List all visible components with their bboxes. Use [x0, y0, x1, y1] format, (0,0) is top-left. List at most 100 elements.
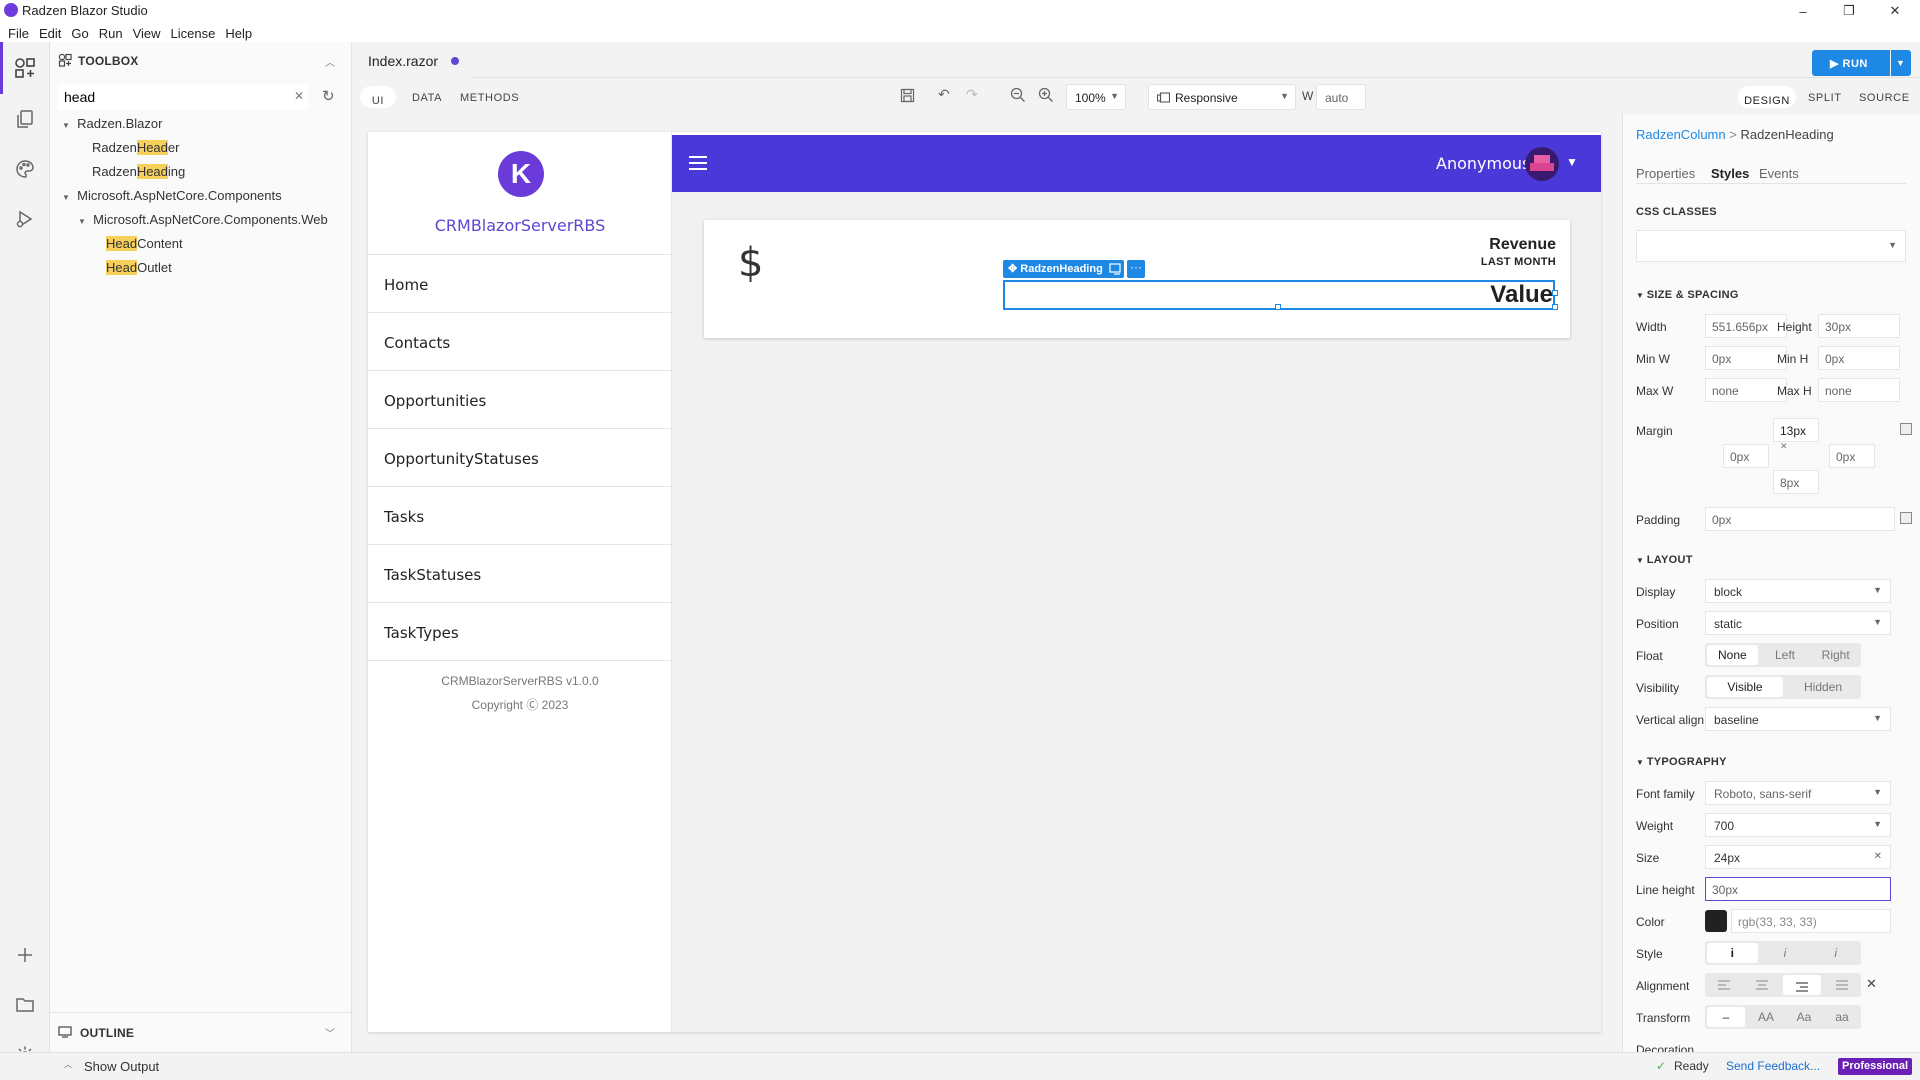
resize-handle-bottom[interactable]	[1275, 304, 1281, 310]
menu-license[interactable]: License	[169, 22, 221, 42]
tab-properties[interactable]: Properties	[1636, 166, 1695, 181]
visibility-visible[interactable]: Visible	[1707, 677, 1783, 697]
tree-item-radzen-header[interactable]: RadzenHeader	[92, 140, 179, 155]
color-input[interactable]: rgb(33, 33, 33)	[1731, 909, 1891, 933]
run-options-chevron-icon[interactable]: ▼	[1891, 50, 1911, 76]
nav-item-task-statuses[interactable]: TaskStatuses	[368, 545, 672, 603]
transform-lowercase[interactable]: aa	[1823, 1005, 1861, 1029]
wrap-component-icon[interactable]	[1106, 260, 1124, 278]
close-button[interactable]: ✕	[1872, 0, 1918, 22]
css-classes-select[interactable]: ▼	[1636, 230, 1906, 262]
selected-heading[interactable]: Value	[1003, 280, 1558, 310]
menu-view[interactable]: View	[131, 22, 166, 42]
margin-left-input[interactable]: 0px	[1723, 444, 1769, 468]
nav-item-opportunities[interactable]: Opportunities	[368, 371, 672, 429]
nav-item-opportunity-statuses[interactable]: OpportunityStatuses	[368, 429, 672, 487]
tree-item-head-content[interactable]: HeadContent	[106, 236, 183, 251]
tree-item-head-outlet[interactable]: HeadOutlet	[106, 260, 172, 275]
minimize-button[interactable]: –	[1780, 0, 1826, 22]
expand-outline-icon[interactable]: ﹀	[325, 1025, 335, 1040]
transform-none[interactable]: –	[1707, 1007, 1745, 1027]
files-icon[interactable]	[12, 106, 38, 132]
tree-node-aspnetcore-components-web[interactable]: ▼ Microsoft.AspNetCore.Components.Web	[78, 212, 328, 227]
more-actions-icon[interactable]: ···	[1127, 260, 1145, 278]
show-output-button[interactable]: Show Output	[84, 1059, 159, 1074]
nav-item-home[interactable]: Home	[368, 255, 672, 313]
text-transform-toggle[interactable]: – AA Aa aa	[1705, 1005, 1861, 1029]
nav-item-contacts[interactable]: Contacts	[368, 313, 672, 371]
run-button[interactable]: ▶ RUN	[1812, 50, 1890, 76]
margin-bottom-input[interactable]: 8px	[1773, 470, 1819, 494]
breadcrumb-parent[interactable]: RadzenColumn	[1636, 127, 1726, 142]
font-family-select[interactable]: Roboto, sans-serif ▼	[1705, 781, 1891, 805]
float-none[interactable]: None	[1707, 645, 1758, 665]
user-menu-chevron-icon[interactable]: ▼	[1566, 155, 1578, 169]
mode-data[interactable]: DATA	[412, 92, 442, 104]
min-width-input[interactable]: 0px	[1705, 346, 1787, 370]
collapse-toolbox-icon[interactable]: ︿	[325, 54, 335, 69]
open-folder-icon[interactable]	[12, 992, 38, 1018]
float-left[interactable]: Left	[1760, 643, 1811, 667]
zoom-select[interactable]: 100% ▼	[1066, 84, 1126, 110]
visibility-toggle[interactable]: Visible Hidden	[1705, 675, 1861, 699]
tab-events[interactable]: Events	[1759, 166, 1799, 181]
theme-palette-icon[interactable]	[12, 156, 38, 182]
color-swatch[interactable]	[1705, 910, 1727, 932]
selection-label[interactable]: ✥ RadzenHeading	[1003, 260, 1108, 278]
menu-run[interactable]: Run	[97, 22, 128, 42]
view-split[interactable]: SPLIT	[1808, 92, 1842, 104]
text-align-toggle[interactable]	[1705, 973, 1861, 997]
float-toggle[interactable]: None Left Right	[1705, 643, 1861, 667]
position-select[interactable]: static ▼	[1705, 611, 1891, 635]
margin-top-input[interactable]: 13px ✕	[1773, 418, 1819, 451]
padding-input[interactable]: 0px	[1705, 507, 1895, 531]
style-normal[interactable]: i	[1707, 943, 1758, 963]
undo-icon[interactable]: ↶	[938, 86, 950, 103]
menu-help[interactable]: Help	[223, 22, 257, 42]
align-center-icon[interactable]	[1743, 973, 1781, 997]
align-right-icon[interactable]	[1783, 975, 1821, 995]
outline-section[interactable]: OUTLINE ﹀	[50, 1012, 352, 1052]
tree-node-aspnetcore-components[interactable]: ▼ Microsoft.AspNetCore.Components	[62, 188, 282, 203]
align-justify-icon[interactable]	[1823, 973, 1861, 997]
hamburger-menu-icon[interactable]	[688, 155, 708, 171]
revenue-card[interactable]: $ Revenue LAST MONTH ✥ RadzenHeading ···…	[704, 220, 1570, 338]
restore-button[interactable]: ❐	[1826, 0, 1872, 22]
margin-right-input[interactable]: 0px	[1829, 444, 1875, 468]
width-input[interactable]: 551.656px	[1705, 314, 1787, 338]
transform-capitalize[interactable]: Aa	[1785, 1005, 1823, 1029]
view-source[interactable]: SOURCE	[1859, 92, 1910, 104]
menu-go[interactable]: Go	[69, 22, 93, 42]
tab-index-razor[interactable]: Index.razor	[352, 42, 472, 78]
vertical-align-select[interactable]: baseline ▼	[1705, 707, 1891, 731]
refresh-icon[interactable]: ↻	[322, 87, 335, 105]
min-height-input[interactable]: 0px	[1818, 346, 1900, 370]
float-right[interactable]: Right	[1810, 643, 1861, 667]
style-italic[interactable]: i	[1760, 941, 1811, 965]
zoom-out-icon[interactable]	[1010, 87, 1026, 103]
visibility-hidden[interactable]: Hidden	[1785, 675, 1861, 699]
align-left-icon[interactable]	[1705, 973, 1743, 997]
view-design[interactable]: DESIGN	[1738, 86, 1796, 108]
line-height-input[interactable]: 30px	[1705, 877, 1891, 901]
resize-handle-corner[interactable]	[1552, 304, 1558, 310]
resize-handle-right[interactable]	[1552, 290, 1558, 296]
padding-box-icon[interactable]	[1900, 512, 1912, 524]
tab-styles[interactable]: Styles	[1711, 166, 1749, 181]
user-name[interactable]: Anonymous	[1436, 154, 1530, 173]
weight-select[interactable]: 700 ▼	[1705, 813, 1891, 837]
send-feedback-link[interactable]: Send Feedback...	[1726, 1059, 1820, 1073]
run-debug-icon[interactable]	[12, 206, 38, 232]
nav-item-task-types[interactable]: TaskTypes	[368, 603, 672, 661]
style-oblique[interactable]: i	[1810, 941, 1861, 965]
toolbox-icon[interactable]	[12, 55, 38, 81]
show-output-chevron-icon[interactable]: ︿	[64, 1059, 72, 1070]
font-style-toggle[interactable]: i i i	[1705, 941, 1861, 965]
clear-search-icon[interactable]: ✕	[294, 89, 304, 103]
user-avatar[interactable]	[1525, 147, 1559, 181]
display-select[interactable]: block ▼	[1705, 579, 1891, 603]
max-height-input[interactable]: none	[1818, 378, 1900, 402]
menu-file[interactable]: File	[6, 22, 34, 42]
toolbox-search-input[interactable]	[58, 84, 308, 110]
menu-edit[interactable]: Edit	[37, 22, 66, 42]
